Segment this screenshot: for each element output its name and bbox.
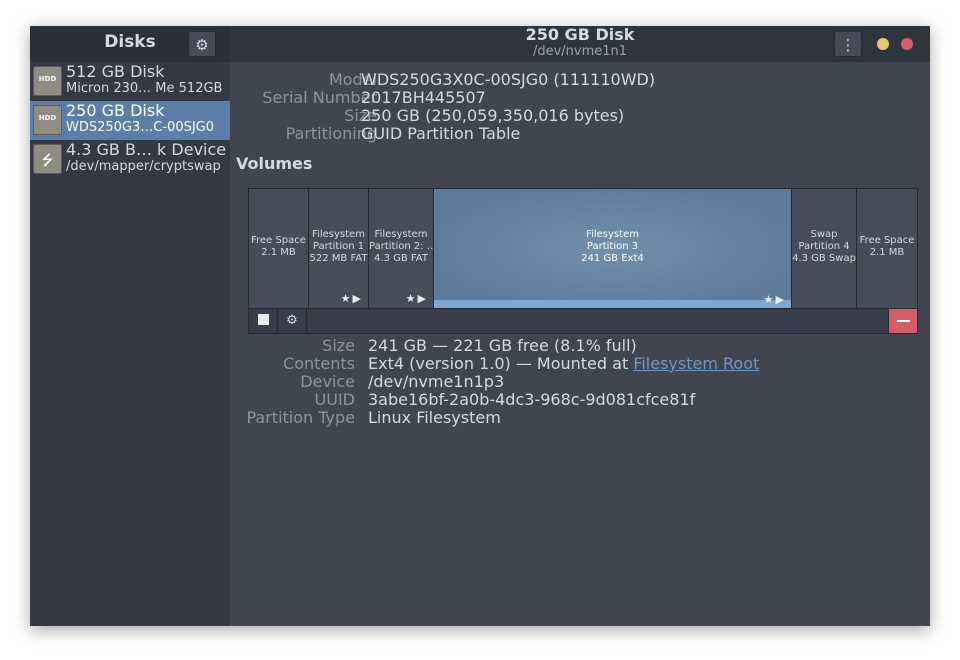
- disk-name: 250 GB Disk: [66, 101, 165, 120]
- delete-partition-button[interactable]: [888, 309, 917, 333]
- partitioning-value: GUID Partition Table: [361, 124, 521, 143]
- volume-line: 522 MB FAT: [309, 253, 368, 264]
- unmount-button[interactable]: [249, 309, 278, 333]
- volume-label: Filesystem Partition 1 522 MB FAT: [309, 229, 368, 265]
- volume-line: 4.3 GB Swap: [792, 253, 856, 264]
- volume-partition-2[interactable]: Filesystem Partition 2: … 4.3 GB FAT ★▶: [369, 189, 434, 308]
- disk-item-512gb[interactable]: HDD 512 GB Disk Micron 230… Me 512GB: [30, 62, 230, 101]
- stop-icon: [257, 314, 269, 325]
- disks-window: Disks ⚙ 250 GB Disk /dev/nvme1n1 ⋮ HDD 5…: [30, 26, 930, 626]
- model-row: Model: [230, 71, 377, 89]
- star-play-icon: ★▶: [763, 293, 786, 306]
- menu-button[interactable]: ⋮: [834, 31, 862, 57]
- device-row: Device: [230, 373, 355, 391]
- volumes-map: Free Space 2.1 MB Filesystem Partition 1…: [248, 188, 918, 334]
- disk-size-value: 250 GB (250,059,350,016 bytes): [361, 106, 625, 125]
- volume-label: Free Space 2.1 MB: [249, 235, 308, 259]
- device-label: Device: [300, 372, 355, 391]
- volume-line: Free Space: [859, 235, 915, 246]
- volume-line: Partition 2: …: [369, 241, 433, 252]
- gears-icon: ⚙: [286, 313, 298, 328]
- filesystem-root-link[interactable]: Filesystem Root: [633, 354, 759, 373]
- disk-name: 512 GB Disk: [66, 62, 165, 81]
- volume-label: Swap Partition 4 4.3 GB Swap: [792, 229, 856, 265]
- contents-row: Contents: [230, 355, 355, 373]
- header-bar: Disks ⚙ 250 GB Disk /dev/nvme1n1 ⋮: [30, 26, 930, 62]
- volume-line: Partition 1: [312, 241, 365, 252]
- disk-item-250gb[interactable]: HDD 250 GB Disk WDS250G3…C-00SJG0: [30, 101, 230, 140]
- disk-subtitle: WDS250G3…C-00SJG0: [66, 120, 215, 135]
- volume-line: 2.1 MB: [869, 247, 905, 258]
- uuid-value: 3abe16bf-2a0b-4dc3-968c-9d081cfce81f: [368, 390, 696, 409]
- volume-line: 2.1 MB: [261, 247, 296, 258]
- part-size-row: Size: [230, 337, 355, 355]
- minus-icon: [897, 320, 910, 322]
- vertical-dots-icon: ⋮: [840, 36, 856, 54]
- disk-subtitle: /dev/mapper/cryptswap: [66, 159, 221, 174]
- partition-settings-button[interactable]: ⚙: [278, 309, 307, 333]
- part-size-label: Size: [322, 336, 355, 355]
- contents-label: Contents: [283, 354, 355, 373]
- volume-line: Swap: [810, 229, 838, 240]
- volume-line: 241 GB Ext4: [581, 253, 644, 264]
- uuid-row: UUID: [230, 391, 355, 409]
- serial-row: Serial Number: [230, 89, 377, 107]
- volume-line: Filesystem: [586, 229, 639, 240]
- close-button[interactable]: [901, 38, 913, 50]
- model-value: WDS250G3X0C-00SJG0 (111110WD): [361, 70, 656, 89]
- volume-partition-3[interactable]: Filesystem Partition 3 241 GB Ext4 ★▶: [434, 189, 792, 308]
- volume-partition-4-swap[interactable]: Swap Partition 4 4.3 GB Swap: [792, 189, 857, 308]
- gear-button[interactable]: ⚙: [188, 31, 216, 57]
- volume-toolbar: ⚙: [249, 308, 917, 333]
- contents-value: Ext4 (version 1.0) — Mounted at Filesyst…: [368, 355, 759, 373]
- volume-free-space[interactable]: Free Space 2.1 MB: [857, 189, 917, 308]
- volume-label: Filesystem Partition 3 241 GB Ext4: [434, 229, 791, 265]
- volume-line: Partition 4: [798, 241, 850, 252]
- device-value: /dev/nvme1n1p3: [368, 372, 505, 391]
- volume-partition-1[interactable]: Filesystem Partition 1 522 MB FAT ★▶: [309, 189, 369, 308]
- hdd-icon: HDD: [33, 66, 62, 96]
- gear-icon: ⚙: [195, 36, 209, 54]
- serial-value: 2017BH445507: [361, 88, 486, 107]
- title-block: 250 GB Disk /dev/nvme1n1: [430, 26, 730, 62]
- volume-free-space[interactable]: Free Space 2.1 MB: [249, 189, 309, 308]
- disk-subtitle: Micron 230… Me 512GB: [66, 81, 223, 96]
- hdd-icon: HDD: [33, 105, 62, 135]
- part-size-value: 241 GB — 221 GB free (8.1% full): [368, 336, 637, 355]
- star-play-icon: ★▶: [405, 292, 428, 305]
- partition-type-row: Partition Type: [230, 409, 355, 427]
- volume-label: Filesystem Partition 2: … 4.3 GB FAT: [369, 229, 433, 265]
- contents-text: Ext4 (version 1.0) — Mounted at: [368, 354, 634, 373]
- volume-line: Filesystem: [312, 229, 365, 240]
- star-play-icon: ★▶: [340, 292, 363, 305]
- partition-type-value: Linux Filesystem: [368, 408, 501, 427]
- partitioning-row: Partitioning: [230, 125, 377, 143]
- disk-size-row: Size: [230, 107, 377, 125]
- disk-item-block-device[interactable]: ⭍ 4.3 GB B… k Device /dev/mapper/cryptsw…: [30, 140, 230, 179]
- disk-details: Model WDS250G3X0C-00SJG0 (111110WD) Seri…: [230, 62, 930, 626]
- disk-list: HDD 512 GB Disk Micron 230… Me 512GB HDD…: [30, 62, 230, 626]
- window-subtitle: /dev/nvme1n1: [532, 44, 628, 59]
- minimize-button[interactable]: [877, 38, 889, 50]
- volume-line: 4.3 GB FAT: [374, 253, 428, 264]
- volumes-heading: Volumes: [236, 154, 313, 173]
- uuid-label: UUID: [314, 390, 355, 409]
- partition-type-label: Partition Type: [246, 408, 355, 427]
- volume-line: Free Space: [251, 235, 306, 246]
- volume-line: Partition 3: [586, 241, 639, 252]
- disk-name: 4.3 GB B… k Device: [66, 140, 227, 159]
- volume-label: Free Space 2.1 MB: [857, 235, 917, 259]
- sidebar-header: Disks ⚙: [30, 26, 230, 62]
- serial-label: Serial Number: [262, 88, 377, 107]
- usb-icon: ⭍: [33, 144, 62, 174]
- window-title: 250 GB Disk: [525, 26, 635, 44]
- volume-line: Filesystem: [374, 229, 428, 240]
